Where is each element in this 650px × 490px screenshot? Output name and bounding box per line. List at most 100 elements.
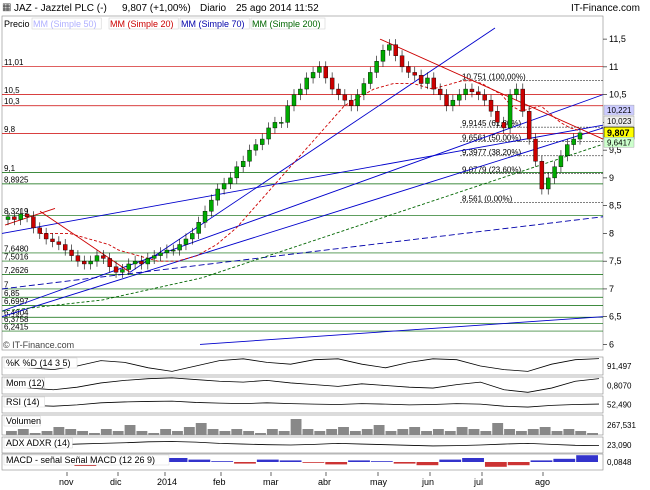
candle [56, 241, 62, 245]
legend-label: MM (Simple 200) [252, 19, 321, 29]
candle [317, 66, 322, 73]
indicator-bar [266, 429, 278, 435]
candle [253, 144, 259, 151]
indicator-bar [397, 429, 409, 435]
candle [183, 238, 189, 245]
indicator-bar [348, 460, 370, 462]
y-tick-label: 9 [609, 173, 614, 183]
level-label: 6,6997 [4, 297, 29, 306]
candle [361, 83, 367, 95]
chart-window: ▦ JAZ - Jazztel PLC (-) 9,807 (+1,00%) D… [0, 0, 650, 490]
candle [120, 269, 125, 273]
indicator-bar [539, 427, 551, 435]
level-label: 9,1 [4, 164, 16, 173]
indicator-bar [65, 429, 77, 435]
candle [285, 105, 290, 123]
y-tick-label: 6 [609, 339, 614, 349]
candle [304, 77, 309, 90]
x-tick-label: nov [59, 477, 74, 487]
candle [437, 88, 443, 95]
candle [577, 132, 583, 140]
indicator-bar [385, 431, 397, 435]
candle [63, 244, 68, 251]
candle [132, 260, 138, 265]
indicator-bar [468, 429, 480, 435]
indicator-title: MACD - señal Señal MACD (12 26 9) [6, 455, 155, 465]
indicator-bar [326, 429, 338, 435]
candle [158, 252, 163, 256]
indicator-bar [575, 431, 587, 435]
indicator-title: Volumen [6, 416, 41, 426]
indicator-last-value: 267,531 [607, 421, 636, 430]
candle [393, 44, 398, 56]
candle [234, 166, 240, 179]
x-tick-label: 2014 [157, 477, 177, 487]
indicator-bar [456, 427, 468, 435]
indicator-bar [188, 459, 211, 462]
indicator-bar [53, 427, 65, 435]
candle [190, 233, 195, 240]
chart-svg: 11,51110,5109,598,587,576,5611,0110,510,… [1, 15, 636, 487]
indicator-bar [484, 462, 507, 467]
x-tick-label: feb [213, 477, 226, 487]
indicator-bar [243, 431, 255, 435]
y-tick-label: 11,5 [609, 34, 626, 44]
indicator-bar [219, 431, 231, 435]
candle [5, 216, 11, 220]
indicator-bar [136, 431, 148, 435]
candle [177, 244, 182, 251]
indicator-bar [587, 433, 598, 435]
right-level-label: 10,221 [607, 106, 632, 115]
indicator-bar [278, 431, 290, 435]
candle [24, 213, 30, 217]
candle [387, 44, 392, 51]
level-label: 9,8 [4, 125, 16, 134]
indicator-last-value: 52,490 [607, 401, 632, 410]
candle [431, 77, 437, 90]
indicator-bar [290, 419, 302, 435]
fib-label: 8,561 (0,00%) [462, 194, 513, 203]
indicator-bar [302, 462, 325, 463]
candle [75, 255, 81, 262]
candle [355, 94, 360, 106]
indicator-bar [393, 462, 416, 464]
x-tick-label: ago [535, 477, 550, 487]
indicator-bar [515, 431, 527, 435]
candle [514, 88, 519, 95]
candle [151, 255, 157, 259]
legend-label: MM (Simple 70) [181, 19, 245, 29]
indicator-bar [563, 429, 575, 435]
x-tick-label: abr [318, 477, 331, 487]
indicator-bar [234, 462, 256, 464]
candle [469, 88, 475, 93]
candle [164, 249, 170, 254]
candle [418, 74, 424, 84]
candle [552, 166, 557, 179]
indicator-bar [211, 461, 234, 462]
level-label: 6,2415 [4, 323, 29, 332]
candle [171, 249, 176, 252]
indicator-bar [124, 425, 136, 435]
right-level-label: 9,6417 [607, 138, 632, 147]
indicator-bar [17, 429, 29, 435]
candle [50, 238, 55, 242]
indicator-bar [6, 431, 17, 435]
indicator-bar [279, 460, 302, 462]
x-tick-label: dic [110, 477, 122, 487]
candle [539, 161, 545, 190]
x-tick-label: mar [263, 477, 279, 487]
y-tick-label: 11 [609, 62, 618, 72]
candle [444, 94, 449, 106]
right-level-label: 10,023 [607, 117, 632, 126]
indicator-last-value: 91,497 [607, 362, 632, 371]
candle [228, 177, 233, 184]
candle [291, 94, 297, 106]
indicator-bar [231, 429, 243, 435]
indicator-bar [77, 431, 89, 435]
candle [272, 122, 278, 129]
x-tick-label: may [370, 477, 388, 487]
indicator-bar [444, 431, 456, 435]
candle [412, 72, 417, 76]
indicator-bar [89, 433, 100, 435]
level-label: 8,8925 [4, 175, 29, 184]
